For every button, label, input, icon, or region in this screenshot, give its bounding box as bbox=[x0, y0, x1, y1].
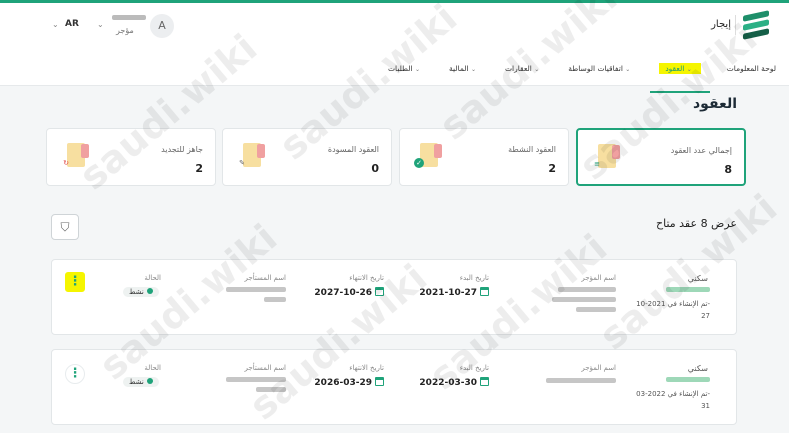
tenant-name-redacted bbox=[226, 377, 286, 382]
end-date-header: تاريخ الانتهاء bbox=[349, 364, 384, 372]
stat-value: 2 bbox=[548, 162, 556, 175]
nav-contracts[interactable]: العقود ⌄ bbox=[646, 59, 713, 93]
chevron-down-icon: ⌄ bbox=[625, 66, 631, 73]
tenant-name-redacted bbox=[264, 297, 286, 302]
status-badge: نشط bbox=[123, 377, 159, 387]
lessor-name-redacted bbox=[576, 307, 616, 312]
more-options-button[interactable]: ⋮ bbox=[65, 272, 85, 292]
stat-value: 8 bbox=[724, 163, 732, 176]
chevron-down-icon: ⌄ bbox=[534, 66, 540, 73]
created-date: تم الإنشاء في 2022-03- 31 bbox=[636, 390, 710, 410]
lessor-name-redacted bbox=[552, 297, 616, 302]
document-icon: ✓ bbox=[414, 141, 442, 171]
user-role: مؤجر bbox=[116, 26, 134, 35]
pencil-icon: ✎ bbox=[239, 159, 245, 167]
lessor-name-redacted bbox=[558, 287, 616, 292]
filter-icon: ⛉ bbox=[60, 220, 70, 234]
brand-divider bbox=[735, 15, 736, 35]
calendar-icon bbox=[375, 377, 384, 386]
document-icon: ✎ bbox=[239, 141, 265, 171]
stat-card-active[interactable]: ✓ العقود النشطة 2 bbox=[399, 128, 569, 186]
stat-label: إجمالي عدد العقود bbox=[670, 146, 732, 155]
tenant-name-redacted bbox=[256, 387, 286, 392]
chevron-down-icon: ⌄ bbox=[686, 66, 692, 73]
nav-finance[interactable]: المالية ⌄ bbox=[436, 59, 492, 87]
start-date-header: تاريخ البدء bbox=[459, 364, 489, 372]
stat-card-renewal[interactable]: ↻ جاهز للتجديد 2 bbox=[46, 128, 216, 186]
contract-card[interactable]: سكني تم الإنشاء في 2022-03- 31 اسم المؤجر… bbox=[51, 349, 737, 425]
ejar-logo[interactable] bbox=[743, 10, 769, 41]
chevron-down-icon: ⌄ bbox=[470, 66, 476, 73]
user-menu-chevron-icon[interactable]: ⌄ bbox=[97, 20, 104, 29]
stat-label: العقود المسودة bbox=[327, 145, 379, 154]
stat-card-draft[interactable]: ✎ العقود المسودة 0 bbox=[222, 128, 392, 186]
contract-type: سكني bbox=[687, 274, 708, 283]
document-icon: ≡ bbox=[594, 142, 620, 172]
status-header: الحالة bbox=[144, 274, 161, 282]
end-date-header: تاريخ الانتهاء bbox=[349, 274, 384, 282]
lessor-name-redacted bbox=[546, 378, 616, 383]
contract-card[interactable]: سكني تم الإنشاء في 2021-10- 27 اسم المؤجر… bbox=[51, 259, 737, 335]
calendar-icon bbox=[480, 377, 489, 386]
language-selector[interactable]: AR bbox=[65, 19, 79, 29]
nav-requests[interactable]: الطلبات ⌄ bbox=[375, 59, 436, 87]
tenant-name-redacted bbox=[226, 287, 286, 292]
check-badge-icon: ✓ bbox=[414, 158, 424, 168]
stat-label: جاهز للتجديد bbox=[161, 145, 203, 154]
start-date: 2021-10-27 bbox=[419, 287, 489, 298]
nav-dashboard[interactable]: لوحة المعلومات bbox=[714, 59, 789, 87]
user-name-redacted[interactable] bbox=[112, 15, 146, 20]
status-header: الحالة bbox=[144, 364, 161, 372]
contract-number-redacted bbox=[666, 287, 710, 292]
user-avatar[interactable]: A bbox=[150, 14, 174, 38]
status-badge: نشط bbox=[123, 287, 159, 297]
renew-icon: ↻ bbox=[63, 159, 69, 167]
top-bar: إيجار A مؤجر ⌄ AR ⌄ لوحة المعلومات العقو… bbox=[0, 0, 789, 93]
calendar-icon bbox=[375, 287, 384, 296]
nav-properties[interactable]: العقارات ⌄ bbox=[492, 59, 555, 87]
tenant-header: اسم المستأجر bbox=[244, 364, 287, 372]
more-options-button[interactable]: ⋮ bbox=[65, 364, 85, 384]
stat-label: العقود النشطة bbox=[508, 145, 556, 154]
contract-number-redacted bbox=[666, 377, 710, 382]
stat-value: 2 bbox=[195, 162, 203, 175]
start-date-header: تاريخ البدء bbox=[459, 274, 489, 282]
stat-value: 0 bbox=[371, 162, 379, 175]
start-date: 2022-03-30 bbox=[419, 377, 489, 388]
list-badge-icon: ≡ bbox=[594, 160, 600, 168]
end-date: 2026-03-29 bbox=[314, 377, 384, 388]
tenant-header: اسم المستأجر bbox=[244, 274, 287, 282]
results-count: عرض 8 عقد متاح bbox=[656, 217, 737, 230]
language-chevron-icon[interactable]: ⌄ bbox=[52, 20, 59, 29]
stat-card-total[interactable]: ≡ إجمالي عدد العقود 8 bbox=[576, 128, 746, 186]
main-nav: لوحة المعلومات العقود ⌄ اتفاقيات الوساطة… bbox=[375, 59, 789, 93]
contract-type: سكني bbox=[687, 364, 708, 373]
nav-brokerage-agreements[interactable]: اتفاقيات الوساطة ⌄ bbox=[555, 59, 646, 87]
calendar-icon bbox=[480, 287, 489, 296]
end-date: 2027-10-26 bbox=[314, 287, 384, 298]
document-icon: ↻ bbox=[63, 141, 89, 171]
brand-name: إيجار bbox=[711, 19, 731, 30]
lessor-header: اسم المؤجر bbox=[581, 364, 616, 372]
filter-button[interactable]: ⛉ bbox=[51, 214, 79, 240]
lessor-header: اسم المؤجر bbox=[581, 274, 616, 282]
chevron-down-icon: ⌄ bbox=[414, 66, 421, 73]
created-date: تم الإنشاء في 2021-10- 27 bbox=[636, 300, 710, 320]
page-title: العقود bbox=[693, 96, 737, 112]
